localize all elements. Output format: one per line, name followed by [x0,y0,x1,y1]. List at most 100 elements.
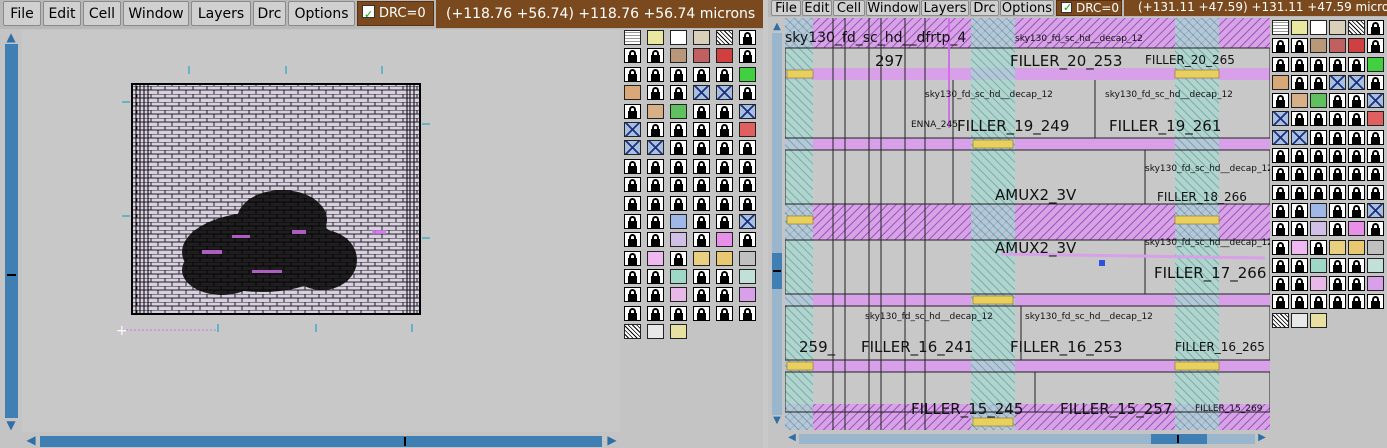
layer-lock-icon[interactable] [716,66,733,82]
layer-lock-icon[interactable] [1310,74,1327,90]
layer-lock-icon[interactable] [1329,202,1346,218]
layer-lock-icon[interactable] [624,305,641,321]
layer-lock-icon[interactable] [1348,202,1365,218]
vertical-scrollbar[interactable] [5,44,18,418]
layer-lock-icon[interactable] [1291,221,1308,237]
layer-swatch[interactable] [670,30,687,45]
layer-lock-icon[interactable] [739,232,756,248]
layer-lock-icon[interactable] [693,287,710,303]
layer-lock-icon[interactable] [693,66,710,82]
layer-swatch[interactable] [739,213,756,229]
layer-lock-icon[interactable] [1329,129,1346,145]
layer-swatch[interactable] [1272,111,1289,127]
layer-lock-icon[interactable] [1367,38,1384,54]
menu-layers[interactable]: Layers [191,1,251,26]
layer-swatch[interactable] [1348,74,1365,90]
layer-lock-icon[interactable] [647,287,664,303]
layer-lock-icon[interactable] [1291,276,1308,292]
layer-swatch[interactable] [1272,312,1289,328]
layer-lock-icon[interactable] [1329,166,1346,182]
layer-lock-icon[interactable] [1310,148,1327,164]
layer-swatch[interactable] [624,121,641,137]
layer-lock-icon[interactable] [1272,202,1289,218]
layer-swatch[interactable] [1310,202,1327,218]
layer-lock-icon[interactable] [1348,166,1365,182]
layer-swatch[interactable] [1367,276,1384,292]
layer-lock-icon[interactable] [693,232,710,248]
layer-lock-icon[interactable] [1367,184,1384,200]
layer-lock-icon[interactable] [1348,148,1365,164]
vertical-scroll-thumb[interactable] [5,44,18,418]
horizontal-scroll-thumb[interactable] [1151,434,1207,444]
layer-lock-icon[interactable] [670,140,687,156]
layer-lock-icon[interactable] [1329,294,1346,310]
layer-swatch[interactable] [647,324,664,340]
layer-lock-icon[interactable] [1329,257,1346,273]
drc-toggle[interactable]: DRC=0 [357,1,434,27]
menu-edit[interactable]: Edit [43,1,81,26]
horizontal-scroll-thumb[interactable] [40,436,602,447]
layer-lock-icon[interactable] [693,121,710,137]
layer-lock-icon[interactable] [1329,111,1346,127]
layer-lock-icon[interactable] [647,48,664,64]
layer-swatch[interactable] [1367,56,1384,72]
layer-swatch[interactable] [716,232,733,248]
layer-lock-icon[interactable] [647,66,664,82]
layer-swatch[interactable] [693,48,710,64]
layer-swatch[interactable] [693,30,710,45]
layer-lock-icon[interactable] [693,177,710,193]
layer-lock-icon[interactable] [716,121,733,137]
layer-lock-icon[interactable] [647,213,664,229]
layer-lock-icon[interactable] [1348,129,1365,145]
layer-lock-icon[interactable] [670,66,687,82]
layer-lock-icon[interactable] [624,250,641,266]
layer-swatch[interactable] [1291,20,1308,35]
layer-lock-icon[interactable] [1291,74,1308,90]
layer-swatch[interactable] [1310,276,1327,292]
layer-lock-icon[interactable] [1367,74,1384,90]
menu-cell[interactable]: Cell [83,1,121,26]
layer-swatch[interactable] [1367,257,1384,273]
layout-canvas[interactable]: + [22,30,620,432]
menu-drc[interactable]: Drc [970,0,999,16]
layer-swatch[interactable] [739,287,756,303]
layer-lock-icon[interactable] [1272,294,1289,310]
layer-swatch[interactable] [1348,20,1365,35]
layer-lock-icon[interactable] [716,177,733,193]
layer-lock-icon[interactable] [739,85,756,101]
layer-lock-icon[interactable] [647,121,664,137]
layer-lock-icon[interactable] [1272,56,1289,72]
layer-swatch[interactable] [1348,221,1365,237]
layer-swatch[interactable] [1367,93,1384,109]
layer-swatch[interactable] [1348,239,1365,255]
layer-swatch[interactable] [1310,93,1327,109]
layer-lock-icon[interactable] [693,269,710,285]
layer-swatch[interactable] [670,287,687,303]
menu-window[interactable]: Window [123,1,189,26]
scroll-left-icon[interactable]: ◀ [22,433,40,447]
layer-swatch[interactable] [716,85,733,101]
layer-lock-icon[interactable] [1329,184,1346,200]
layer-lock-icon[interactable] [1291,148,1308,164]
menu-layers[interactable]: Layers [921,0,969,16]
layer-lock-icon[interactable] [1272,166,1289,182]
horizontal-scrollbar[interactable] [799,434,1255,444]
layer-lock-icon[interactable] [716,287,733,303]
layer-swatch[interactable] [670,213,687,229]
layer-lock-icon[interactable] [1272,221,1289,237]
layer-swatch[interactable] [1310,312,1327,328]
layer-swatch[interactable] [624,324,641,340]
layer-lock-icon[interactable] [716,103,733,119]
layer-lock-icon[interactable] [1348,184,1365,200]
layer-swatch[interactable] [1367,202,1384,218]
layer-swatch[interactable] [647,30,664,45]
layer-swatch[interactable] [670,48,687,64]
layer-swatch[interactable] [1272,20,1289,35]
layer-lock-icon[interactable] [624,158,641,174]
layer-swatch[interactable] [716,250,733,266]
layer-swatch[interactable] [670,269,687,285]
vertical-scrollbar[interactable] [772,33,782,415]
layer-swatch[interactable] [739,103,756,119]
layer-lock-icon[interactable] [1272,276,1289,292]
layer-swatch[interactable] [647,103,664,119]
